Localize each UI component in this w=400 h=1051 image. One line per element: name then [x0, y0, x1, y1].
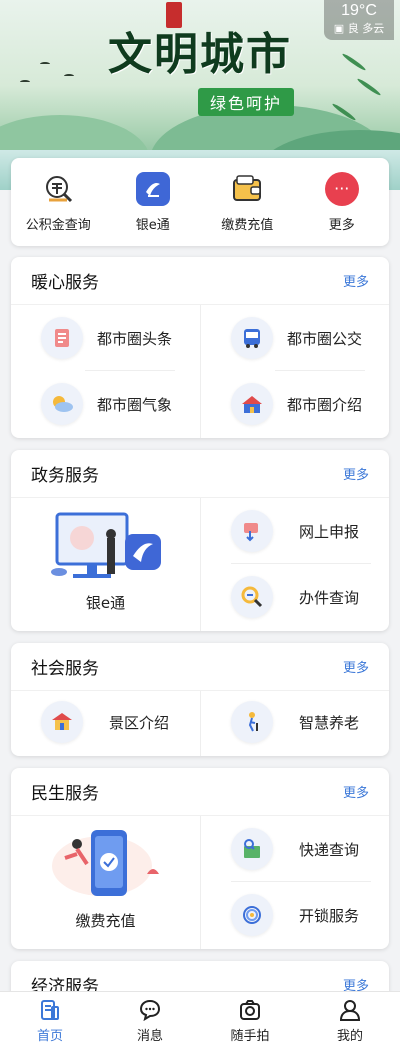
more-link[interactable]: 更多 [343, 657, 369, 676]
quick-more[interactable]: ··· 更多 [295, 158, 390, 246]
bird [20, 80, 30, 84]
section-title: 政务服务 [31, 466, 99, 486]
quick-label: 缴费充值 [221, 218, 274, 233]
divider [200, 305, 201, 438]
air-quality-icon: ▣ [333, 22, 345, 35]
service-news[interactable]: 都市圈头条 [41, 317, 172, 359]
divider [275, 370, 365, 371]
service-city-intro[interactable]: 都市圈介绍 [231, 383, 362, 425]
profile-icon [339, 1000, 361, 1021]
camera-icon [240, 1000, 260, 1020]
quick-payment[interactable]: 缴费充值 [200, 158, 295, 246]
wallet-icon [230, 172, 264, 206]
livelihood-service-card: 民生服务 更多 缴费充值 快递查询 开锁服务 [11, 768, 389, 949]
weather-temp: 19°C [341, 2, 377, 19]
city-icon [231, 383, 273, 425]
nav-label: 我的 [336, 1029, 363, 1044]
service-parcel-query[interactable]: 快递查询 [231, 828, 359, 870]
online-apply-icon [231, 510, 273, 552]
service-scenic[interactable]: 景区介绍 [41, 701, 169, 743]
service-label: 都市圈公交 [287, 329, 363, 348]
fingerprint-icon [231, 894, 273, 936]
divider [231, 563, 371, 564]
divider [200, 691, 201, 756]
service-case-query[interactable]: 办件查询 [231, 576, 359, 618]
nav-snapshot[interactable]: 随手拍 [200, 992, 300, 1051]
phone-payment-illustration [52, 830, 159, 896]
warm-service-card: 暖心服务 更多 都市圈头条 都市圈公交 都市圈气象 都市圈介绍 [11, 257, 389, 438]
service-online-apply[interactable]: 网上申报 [231, 510, 359, 552]
feature-label: 缴费充值 [75, 912, 136, 930]
divider [85, 370, 175, 371]
service-elderly-care[interactable]: 智慧养老 [231, 701, 359, 743]
parcel-icon [231, 828, 273, 870]
air-quality: 良 [347, 22, 359, 35]
service-weather[interactable]: 都市圈气象 [41, 383, 172, 425]
service-unlock[interactable]: 开锁服务 [231, 894, 359, 936]
quick-label: 银e通 [135, 218, 170, 233]
service-bus[interactable]: 都市圈公交 [231, 317, 362, 359]
quick-yin-e-tong[interactable]: 银e通 [106, 158, 201, 246]
feature-payment[interactable]: 缴费充值 [11, 816, 200, 949]
service-label: 开锁服务 [299, 906, 360, 925]
quick-access-bar: 公积金查询 银e通 缴费充值 ··· 更多 [11, 158, 389, 246]
service-label: 快递查询 [299, 840, 360, 859]
more-link[interactable]: 更多 [343, 271, 369, 290]
more-link[interactable]: 更多 [343, 782, 369, 801]
gov-service-card: 政务服务 更多 银e通 网上申报 办件查询 [11, 450, 389, 631]
bird [64, 74, 74, 78]
feature-label: 银e通 [85, 594, 126, 612]
bamboo-leaf [341, 52, 367, 72]
more-icon: ··· [324, 172, 359, 206]
nav-label: 随手拍 [230, 1029, 270, 1044]
service-label: 办件查询 [299, 588, 360, 607]
nav-label: 首页 [36, 1029, 63, 1044]
message-icon [139, 999, 161, 1022]
divider [200, 498, 201, 631]
more-link[interactable]: 更多 [343, 464, 369, 483]
divider [231, 881, 371, 882]
service-label: 都市圈头条 [97, 329, 173, 348]
divider [200, 816, 201, 949]
service-label: 智慧养老 [299, 713, 360, 732]
service-label: 景区介绍 [109, 713, 170, 732]
bird [40, 62, 50, 66]
bottom-nav: 首页 消息 随手拍 我的 [0, 991, 400, 1051]
computer-illustration [51, 512, 161, 578]
weather-icon [41, 383, 83, 425]
nav-messages[interactable]: 消息 [100, 992, 200, 1051]
banner-title: 文明城市 [108, 29, 292, 80]
service-label: 网上申报 [299, 522, 360, 541]
banner-slogan: 绿色呵护 [198, 88, 295, 116]
service-label: 都市圈介绍 [287, 395, 363, 414]
quick-fund-search[interactable]: 公积金查询 [11, 158, 106, 246]
quick-label: 公积金查询 [25, 218, 91, 233]
bamboo-leaf [356, 77, 382, 97]
bus-icon [231, 317, 273, 359]
weather-condition: 多云 [362, 22, 385, 35]
feature-yin-e-tong[interactable]: 银e通 [11, 498, 200, 631]
yin-e-tong-icon [135, 172, 170, 206]
elderly-icon [231, 701, 273, 743]
quick-label: 更多 [328, 218, 355, 233]
nav-home[interactable]: 首页 [0, 992, 100, 1051]
magnifier-icon [231, 576, 273, 618]
nav-profile[interactable]: 我的 [300, 992, 400, 1051]
service-label: 都市圈气象 [97, 395, 173, 414]
news-icon [41, 317, 83, 359]
section-title: 暖心服务 [31, 273, 99, 293]
section-title: 民生服务 [31, 784, 99, 804]
scenic-icon [41, 701, 83, 743]
weather-widget[interactable]: 19°C ▣ 良 多云 [324, 0, 394, 40]
section-title: 社会服务 [31, 659, 99, 679]
social-service-card: 社会服务 更多 景区介绍 智慧养老 [11, 643, 389, 756]
home-icon [41, 1000, 59, 1020]
fund-search-icon [41, 172, 75, 206]
nav-label: 消息 [136, 1029, 163, 1044]
